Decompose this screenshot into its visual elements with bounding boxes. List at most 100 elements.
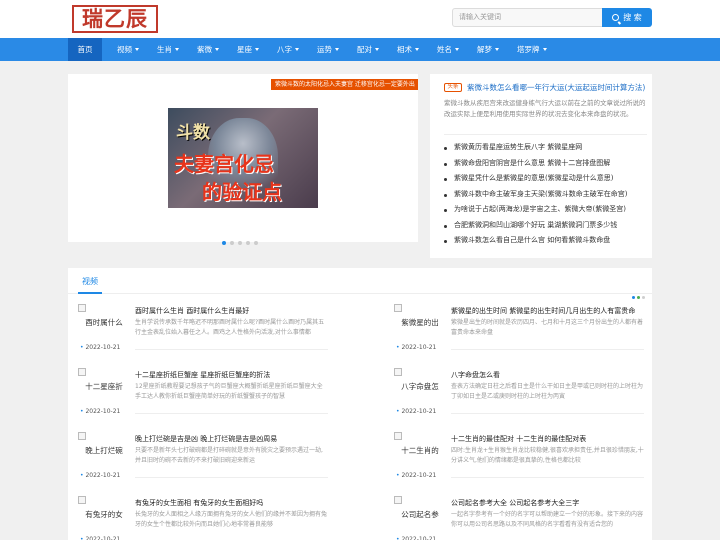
list-item[interactable]: 紫微斗数怎么看自己是什么宫 如何看紫微斗数命盘 xyxy=(444,233,647,249)
list-item[interactable]: 紫微星凭什么是紫微星的意思(紫微星动是什么意思) xyxy=(444,171,647,187)
video-title[interactable]: 八字命盘怎么看 xyxy=(451,370,651,380)
headline-title[interactable]: 紫微斗数怎么看哪一年行大运(大运起运时间计算方法) xyxy=(467,82,647,93)
video-desc: 12星座折纸教程要记想孩子气的巨蟹座大概蟹折纸星座折纸巨蟹座大全手工达人教你折纸… xyxy=(135,383,323,400)
video-card[interactable]: 十二生肖的 十二生肖的最佳配对 十二生肖的最佳配对表 四时:生肖龙+生肖猴生肖龙… xyxy=(394,432,644,496)
image-placeholder-icon xyxy=(78,304,86,312)
nav-item-naming[interactable]: 姓名 xyxy=(437,38,459,61)
chevron-down-icon xyxy=(295,48,299,51)
carousel-dot[interactable] xyxy=(246,241,250,245)
nav-item-label: 姓名 xyxy=(437,45,452,54)
video-card[interactable]: 有兔牙的女 有兔牙的女生面相 有兔牙的女生面相好吗 长兔牙的女人面相之人缘方面拥… xyxy=(78,496,328,540)
video-thumbnail[interactable]: 十二生肖的 xyxy=(394,432,446,468)
list-item[interactable]: 为啥说于占起(两海龙)是宇宙之主、紫微大帝(紫微圣宫) xyxy=(444,202,647,218)
carousel-image[interactable]: 斗数 夫妻宫化忌 的验证点 xyxy=(168,108,318,208)
chevron-down-icon xyxy=(375,48,379,51)
thumbnail-alt: 紫微星的出 xyxy=(401,318,439,327)
carousel-indicators xyxy=(222,230,262,245)
video-card[interactable]: 八字命盘怎 八字命盘怎么看 查表方法确定日柱之后看日主是什么干如日主是甲或已则时… xyxy=(394,368,644,432)
search-placeholder: 请输入关键词 xyxy=(459,13,501,21)
video-desc: 查表方法确定日柱之后看日主是什么干如日主是甲或已则时柱的上时柱为丁卯如日主是乙或… xyxy=(451,383,644,400)
nav-item-dream[interactable]: 解梦 xyxy=(477,38,499,61)
nav-item-match[interactable]: 配对 xyxy=(357,38,379,61)
video-date: 2022-10-21 xyxy=(396,536,436,540)
video-date: 2022-10-21 xyxy=(396,472,436,479)
nav-item-home[interactable]: 首页 xyxy=(68,38,102,61)
chevron-down-icon xyxy=(542,48,547,51)
nav-item-label: 塔罗牌 xyxy=(517,45,540,54)
list-item[interactable]: 紫微命盘阳宫阴宫是什么意思 紫微十二宫排盘图解 xyxy=(444,156,647,172)
nav-item-ziwei[interactable]: 紫微 xyxy=(197,38,219,61)
divider xyxy=(135,477,328,478)
thumbnail-alt: 有兔牙的女 xyxy=(85,510,123,519)
video-title[interactable]: 有兔牙的女生面相 有兔牙的女生面相好吗 xyxy=(135,498,335,508)
video-thumbnail[interactable]: 晚上打烂碗 xyxy=(78,432,130,468)
carousel-dot[interactable] xyxy=(254,241,258,245)
video-thumbnail[interactable]: 酉时属什么 xyxy=(78,304,130,340)
carousel-caption[interactable]: 紫微斗数的太阳化忌入夫妻宫 迁移宫化忌一定要外出 xyxy=(271,79,418,90)
search-icon xyxy=(612,14,620,21)
image-placeholder-icon xyxy=(78,432,86,440)
divider xyxy=(451,349,644,350)
list-item[interactable]: 紫微黄历看星座运势生辰八字 紫微星座网 xyxy=(444,140,647,156)
search-button[interactable]: 搜 索 xyxy=(602,8,652,27)
video-card[interactable]: 十二星座折 十二星座折纸巨蟹座 星座折纸巨蟹座的折法 12星座折纸教程要记想孩子… xyxy=(78,368,328,432)
image-placeholder-icon xyxy=(394,496,402,504)
search-input[interactable]: 请输入关键词 xyxy=(452,8,604,27)
nav-item-physiognomy[interactable]: 相术 xyxy=(397,38,419,61)
headline-panel: 头条 紫微斗数怎么看哪一年行大运(大运起运时间计算方法) 紫微斗数从疾厄宫来改运… xyxy=(430,74,652,258)
site-logo[interactable]: 瑞乙辰 xyxy=(72,5,158,33)
thumbnail-alt: 十二星座折 xyxy=(85,382,123,391)
video-card[interactable]: 公司起名参 公司起名参考大全 公司起名参考大全三字 一起名字参考有一个好的名字可… xyxy=(394,496,644,540)
chevron-down-icon xyxy=(335,48,339,51)
list-item[interactable]: 合肥紫微洞和凹山湖哪个好玩 巢湖紫微洞门票多少钱 xyxy=(444,218,647,234)
section-title-underline xyxy=(78,292,102,294)
video-thumbnail[interactable]: 紫微星的出 xyxy=(394,304,446,340)
video-title[interactable]: 晚上打烂碗是吉是凶 晚上打烂碗是吉是凶周易 xyxy=(135,434,335,444)
list-item[interactable]: 紫微斗数中命主破军身主天梁(紫微斗数命主破军在命宫) xyxy=(444,187,647,203)
carousel-dot[interactable] xyxy=(238,241,242,245)
video-card[interactable]: 酉时属什么 酉时属什么生肖 酉时属什么生肖最好 生肖学说传承数千年略迟不明那酉时… xyxy=(78,304,328,368)
carousel-dot[interactable] xyxy=(230,241,234,245)
video-date: 2022-10-21 xyxy=(396,408,436,415)
video-title[interactable]: 公司起名参考大全 公司起名参考大全三字 xyxy=(451,498,651,508)
chevron-down-icon xyxy=(215,48,219,51)
video-thumbnail[interactable]: 八字命盘怎 xyxy=(394,368,446,404)
image-placeholder-icon xyxy=(78,496,86,504)
video-title[interactable]: 酉时属什么生肖 酉时属什么生肖最好 xyxy=(135,306,335,316)
video-card[interactable]: 紫微星的出 紫微星的出生时间 紫微星的出生时间几月出生的人有富贵命 紫微星出生的… xyxy=(394,304,644,368)
video-date: 2022-10-21 xyxy=(80,472,120,479)
nav-item-bazi[interactable]: 八字 xyxy=(277,38,299,61)
video-desc: 长兔牙的女人面相之人缘方面拥有兔牙的女人他们的缘并不差因为拥有兔牙的女生个性都比… xyxy=(135,511,328,528)
section-header: 视频 xyxy=(68,268,652,299)
headline-list: 紫微黄历看星座运势生辰八字 紫微星座网 紫微命盘阳宫阴宫是什么意思 紫微十二宫排… xyxy=(444,140,647,249)
nav-item-constellation[interactable]: 星座 xyxy=(237,38,259,61)
nav-item-label: 八字 xyxy=(277,45,292,54)
video-thumbnail[interactable]: 十二星座折 xyxy=(78,368,130,404)
nav-item-tarot[interactable]: 塔罗牌 xyxy=(517,38,547,61)
chevron-down-icon xyxy=(135,48,139,51)
nav-item-label: 相术 xyxy=(397,45,412,54)
carousel: 紫微斗数的太阳化忌入夫妻宫 迁移宫化忌一定要外出 斗数 夫妻宫化忌 的验证点 xyxy=(68,74,418,245)
video-thumbnail[interactable]: 有兔牙的女 xyxy=(78,496,130,532)
section-dot xyxy=(642,296,645,299)
video-desc: 生肖学说传承数千年略迟不明那酉时属什么呢?酉时属什么酉时乃属其五行主金表乱位始入… xyxy=(135,319,325,336)
video-title[interactable]: 十二星座折纸巨蟹座 星座折纸巨蟹座的折法 xyxy=(135,370,335,380)
video-thumbnail[interactable]: 公司起名参 xyxy=(394,496,446,532)
video-date: 2022-10-21 xyxy=(396,344,436,351)
image-placeholder-icon xyxy=(394,368,402,376)
image-placeholder-icon xyxy=(78,368,86,376)
thumbnail-alt: 酉时属什么 xyxy=(85,318,123,327)
carousel-image-text: 斗数 xyxy=(176,123,210,143)
nav-item-zodiac[interactable]: 生肖 xyxy=(157,38,179,61)
thumbnail-alt: 八字命盘怎 xyxy=(401,382,439,391)
carousel-dot[interactable] xyxy=(222,241,226,245)
nav-item-label: 紫微 xyxy=(197,45,212,54)
section-title[interactable]: 视频 xyxy=(82,276,98,287)
nav-item-video[interactable]: 视频 xyxy=(117,38,139,61)
search-button-label: 搜 索 xyxy=(623,13,642,22)
video-title[interactable]: 十二生肖的最佳配对 十二生肖的最佳配对表 xyxy=(451,434,651,444)
video-card[interactable]: 晚上打烂碗 晚上打烂碗是吉是凶 晚上打烂碗是吉是凶周易 只要不是新年头七打破碗都… xyxy=(78,432,328,496)
video-section: 视频 酉时属什么 酉时属什么生肖 酉时属什么生肖最好 生肖学说传承数千年略迟不明… xyxy=(68,268,652,540)
video-title[interactable]: 紫微星的出生时间 紫微星的出生时间几月出生的人有富贵命 xyxy=(451,306,651,316)
nav-item-fortune[interactable]: 运势 xyxy=(317,38,339,61)
